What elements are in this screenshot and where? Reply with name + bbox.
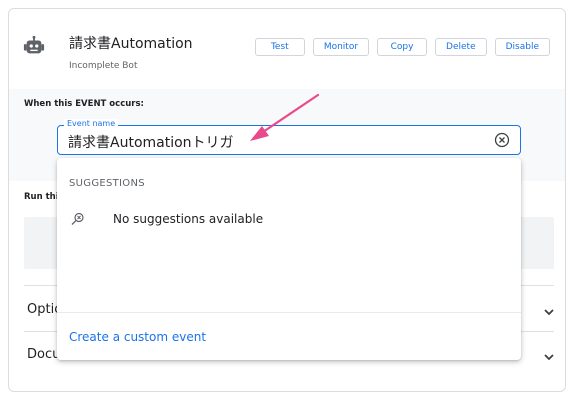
event-name-value: 請求書Automationトリガ [68, 135, 234, 151]
no-suggestions-text: No suggestions available [113, 212, 264, 226]
run-section-label: Run thi [24, 192, 59, 202]
suggestions-dropdown: SUGGESTIONS No suggestions available Cre… [57, 158, 521, 360]
search-off-icon [71, 212, 84, 225]
clear-icon[interactable] [494, 132, 510, 148]
bot-header: 請求書Automation Incomplete Bot Test Monito… [9, 9, 565, 89]
suggestions-heading: SUGGESTIONS [69, 178, 145, 189]
event-name-input[interactable]: 請求書Automationトリガ [57, 125, 521, 155]
dropdown-divider [57, 312, 521, 313]
chevron-down-icon[interactable] [543, 306, 555, 318]
toolbar: Test Monitor Copy Delete Disable [254, 38, 550, 56]
bot-status: Incomplete Bot [69, 61, 138, 71]
create-custom-event-link[interactable]: Create a custom event [69, 330, 206, 344]
accordion-documentation-label[interactable]: Docu [27, 347, 60, 362]
copy-button[interactable]: Copy [377, 38, 428, 56]
chevron-down-icon[interactable] [543, 351, 555, 363]
event-section-label: When this EVENT occurs: [24, 99, 144, 109]
bot-title: 請求書Automation [69, 36, 193, 52]
event-name-label: Event name [64, 119, 119, 128]
disable-button[interactable]: Disable [494, 38, 550, 56]
delete-button[interactable]: Delete [435, 38, 487, 56]
robot-icon [23, 35, 45, 54]
test-button[interactable]: Test [254, 38, 305, 56]
monitor-button[interactable]: Monitor [312, 38, 370, 56]
